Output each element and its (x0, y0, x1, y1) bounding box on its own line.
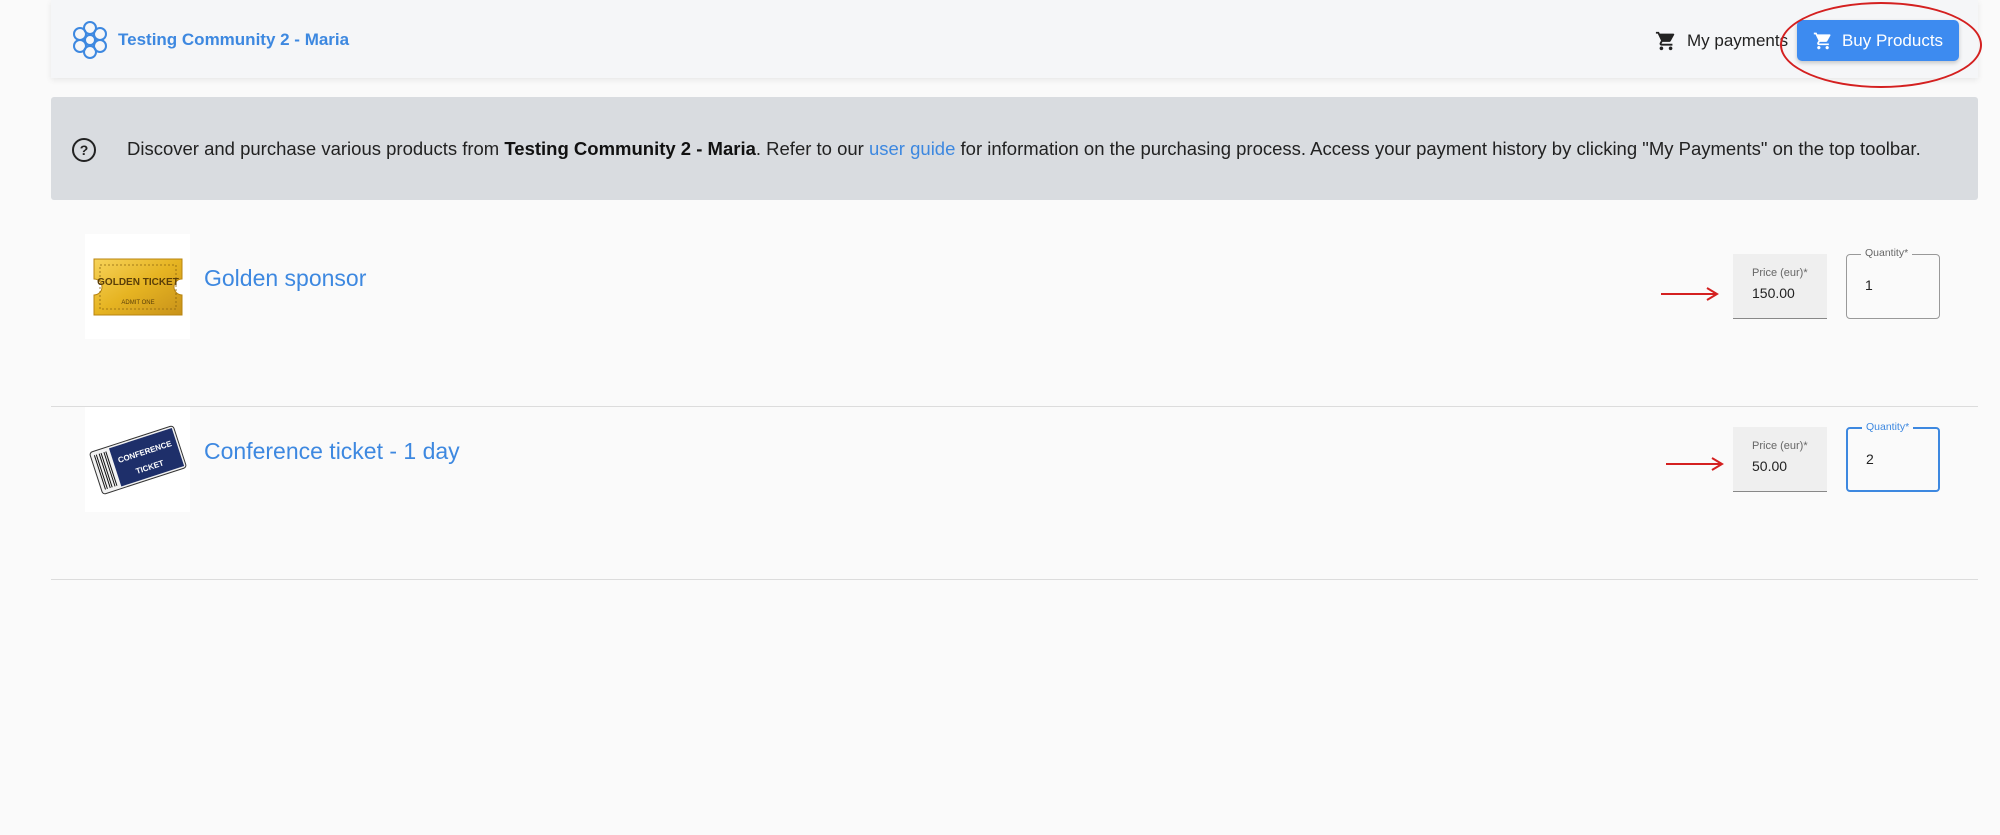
buy-products-label: Buy Products (1841, 30, 1944, 50)
price-value: 50.00 (1752, 458, 1788, 474)
red-arrow-annotation (1666, 457, 1724, 471)
svg-text:?: ? (80, 142, 89, 158)
top-toolbar: Testing Community 2 - Maria My payments … (51, 0, 1978, 78)
info-text-part: . Refer to our (755, 138, 869, 159)
conference-ticket-image: CONFERENCE TICKET (89, 425, 186, 494)
product-title-link[interactable]: Golden sponsor (204, 265, 366, 292)
product-row: CONFERENCE TICKET Conference ticket - 1 … (51, 407, 1978, 580)
info-community-name: Testing Community 2 - Maria (504, 138, 756, 159)
quantity-value: 2 (1866, 451, 1874, 467)
price-field[interactable]: Price (eur)* 50.00 (1733, 427, 1827, 492)
product-image: GOLDEN TICKET ADMIT ONE (85, 234, 190, 339)
cart-icon (1655, 31, 1675, 51)
help-circle-icon: ? (72, 138, 96, 162)
info-message: Discover and purchase various products f… (127, 138, 1921, 160)
product-row: GOLDEN TICKET ADMIT ONE Golden sponsor P… (51, 234, 1978, 407)
red-arrow-annotation (1661, 287, 1719, 301)
info-text-part: for information on the purchasing proces… (955, 138, 1921, 159)
user-guide-link[interactable]: user guide (869, 138, 955, 159)
community-name-link[interactable]: Testing Community 2 - Maria (118, 30, 349, 50)
price-label: Price (eur)* (1752, 267, 1808, 279)
product-title-link[interactable]: Conference ticket - 1 day (204, 438, 460, 465)
info-text-part: Discover and purchase various products f… (127, 138, 505, 159)
quantity-value: 1 (1865, 277, 1873, 293)
quantity-label: Quantity* (1861, 247, 1913, 259)
my-payments-label: My payments (1687, 31, 1789, 50)
quantity-input[interactable]: Quantity* 1 (1846, 247, 1940, 319)
my-payments-button[interactable]: My payments (1655, 24, 1788, 58)
quantity-label: Quantity* (1862, 421, 1914, 433)
buy-products-button[interactable]: Buy Products (1797, 20, 1959, 61)
info-banner: ? Discover and purchase various products… (51, 97, 1978, 200)
golden-ticket-image: GOLDEN TICKET ADMIT ONE (93, 258, 182, 315)
ticket-image-text: GOLDEN TICKET (97, 277, 179, 288)
price-label: Price (eur)* (1752, 440, 1808, 452)
quantity-input[interactable]: Quantity* 2 (1846, 421, 1940, 492)
cart-icon (1813, 32, 1831, 49)
community-logo-icon[interactable] (72, 20, 108, 60)
product-image: CONFERENCE TICKET (85, 407, 190, 512)
price-field[interactable]: Price (eur)* 150.00 (1733, 254, 1827, 319)
ticket-image-text: ADMIT ONE (121, 300, 154, 306)
price-value: 150.00 (1752, 285, 1795, 301)
